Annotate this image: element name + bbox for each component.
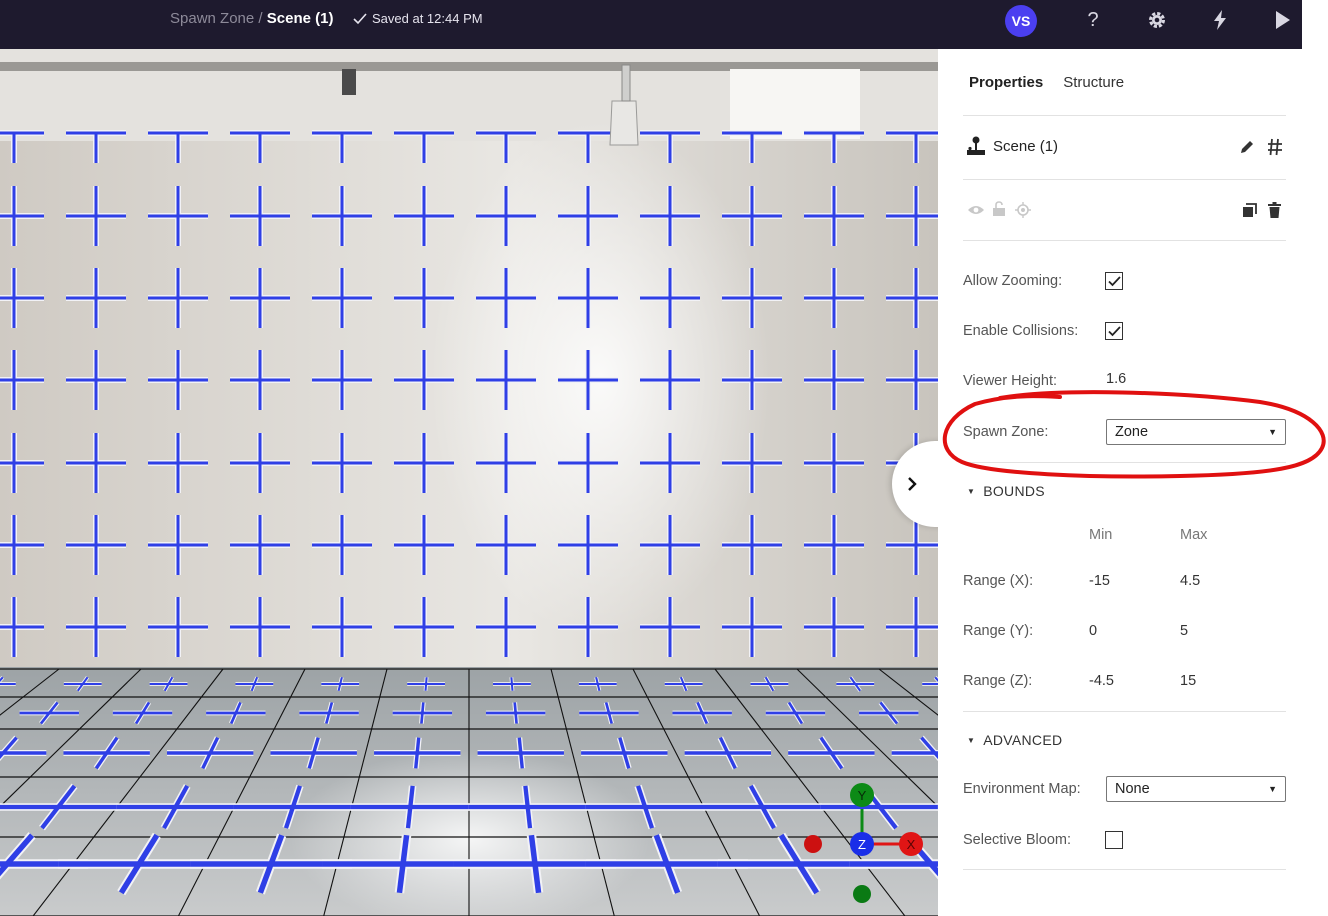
play-icon[interactable] — [1270, 7, 1296, 33]
divider — [963, 869, 1286, 870]
caret-down-icon: ▼ — [967, 486, 976, 496]
tab-structure[interactable]: Structure — [1063, 74, 1124, 91]
environment-map-label: Environment Map: — [963, 781, 1081, 797]
breadcrumb-current: Scene (1) — [266, 10, 334, 27]
viewer-height-label: Viewer Height: — [963, 373, 1058, 389]
tab-properties[interactable]: Properties — [969, 74, 1043, 91]
checkmark-icon — [353, 12, 367, 24]
save-status: Saved at 12:44 PM — [353, 11, 483, 26]
bounds-section-title: BOUNDS — [983, 483, 1045, 499]
scene-canvas[interactable]: Y Z X — [0, 49, 938, 916]
breadcrumb: Spawn Zone / Scene (1) — [170, 10, 333, 27]
allow-zooming-checkbox[interactable] — [1105, 272, 1123, 290]
divider — [963, 179, 1286, 180]
gear-icon[interactable] — [1144, 7, 1170, 33]
trash-icon[interactable] — [1268, 202, 1281, 218]
selective-bloom-label: Selective Bloom: — [963, 832, 1071, 848]
allow-zooming-label: Allow Zooming: — [963, 273, 1063, 289]
topbar-gap — [1302, 0, 1328, 49]
advanced-section-toggle[interactable]: ▼ ADVANCED — [967, 732, 1062, 748]
range-y-label: Range (Y): — [963, 623, 1034, 639]
lock-open-icon[interactable] — [992, 201, 1006, 217]
lightning-icon[interactable] — [1207, 7, 1233, 33]
help-icon[interactable]: ? — [1080, 7, 1106, 33]
spawn-zone-selected: Zone — [1115, 424, 1149, 440]
spotlight-mount — [342, 69, 356, 95]
caret-down-icon: ▼ — [1268, 784, 1277, 794]
gizmo-neg-x-handle[interactable] — [804, 835, 822, 853]
target-icon[interactable] — [1015, 202, 1031, 218]
gizmo-z-label: Z — [858, 837, 866, 852]
scene-viewport[interactable]: Y Z X — [0, 49, 938, 916]
breadcrumb-separator: / — [254, 10, 267, 27]
duplicate-icon[interactable] — [1242, 203, 1257, 218]
spawn-zone-select[interactable]: Zone ▼ — [1106, 419, 1286, 445]
divider — [963, 240, 1286, 241]
panel-tabs: Properties Structure — [969, 74, 1124, 91]
eye-icon[interactable] — [967, 204, 985, 216]
breadcrumb-parent[interactable]: Spawn Zone — [170, 10, 254, 27]
divider — [963, 115, 1286, 116]
range-x-min-input[interactable]: -15 — [1089, 573, 1110, 589]
range-x-max-input[interactable]: 4.5 — [1180, 573, 1200, 589]
object-header: Scene (1) — [965, 135, 1058, 157]
bounds-min-header: Min — [1089, 527, 1113, 543]
hashtag-icon[interactable] — [1267, 138, 1283, 156]
check-icon — [1107, 325, 1121, 336]
divider — [963, 711, 1286, 712]
advanced-section-title: ADVANCED — [983, 732, 1063, 748]
viewer-height-input[interactable]: 1.6 — [1106, 371, 1126, 387]
environment-map-select[interactable]: None ▼ — [1106, 776, 1286, 802]
spotlight-fixture — [609, 100, 639, 146]
range-z-min-input[interactable]: -4.5 — [1089, 673, 1114, 689]
enable-collisions-checkbox[interactable] — [1105, 322, 1123, 340]
ceiling-light — [730, 69, 860, 139]
bounds-max-header: Max — [1180, 527, 1208, 543]
environment-map-selected: None — [1115, 781, 1150, 797]
range-z-label: Range (Z): — [963, 673, 1033, 689]
range-y-min-input[interactable]: 0 — [1089, 623, 1097, 639]
range-z-max-input[interactable]: 15 — [1180, 673, 1196, 689]
divider — [963, 462, 1286, 463]
gizmo-x-label: X — [907, 837, 916, 852]
enable-collisions-label: Enable Collisions: — [963, 323, 1079, 339]
check-icon — [1107, 275, 1121, 286]
joystick-icon — [967, 136, 985, 155]
saved-text: Saved at 12:44 PM — [372, 11, 483, 26]
spawn-zone-label: Spawn Zone: — [963, 424, 1049, 440]
pencil-icon[interactable] — [1239, 139, 1255, 155]
gizmo-y-label: Y — [858, 788, 867, 803]
range-x-label: Range (X): — [963, 573, 1034, 589]
range-y-max-input[interactable]: 5 — [1180, 623, 1188, 639]
chevron-right-icon — [908, 477, 917, 491]
caret-down-icon: ▼ — [1268, 427, 1277, 437]
top-bar: Spawn Zone / Scene (1) Saved at 12:44 PM… — [0, 0, 1302, 49]
caret-down-icon: ▼ — [967, 735, 976, 745]
avatar[interactable]: VS — [1005, 5, 1037, 37]
gizmo-neg-y-handle[interactable] — [853, 885, 871, 903]
bounds-section-toggle[interactable]: ▼ BOUNDS — [967, 483, 1045, 499]
spotlight-stem — [621, 64, 631, 102]
object-name: Scene (1) — [993, 137, 1059, 155]
selective-bloom-checkbox[interactable] — [1105, 831, 1123, 849]
